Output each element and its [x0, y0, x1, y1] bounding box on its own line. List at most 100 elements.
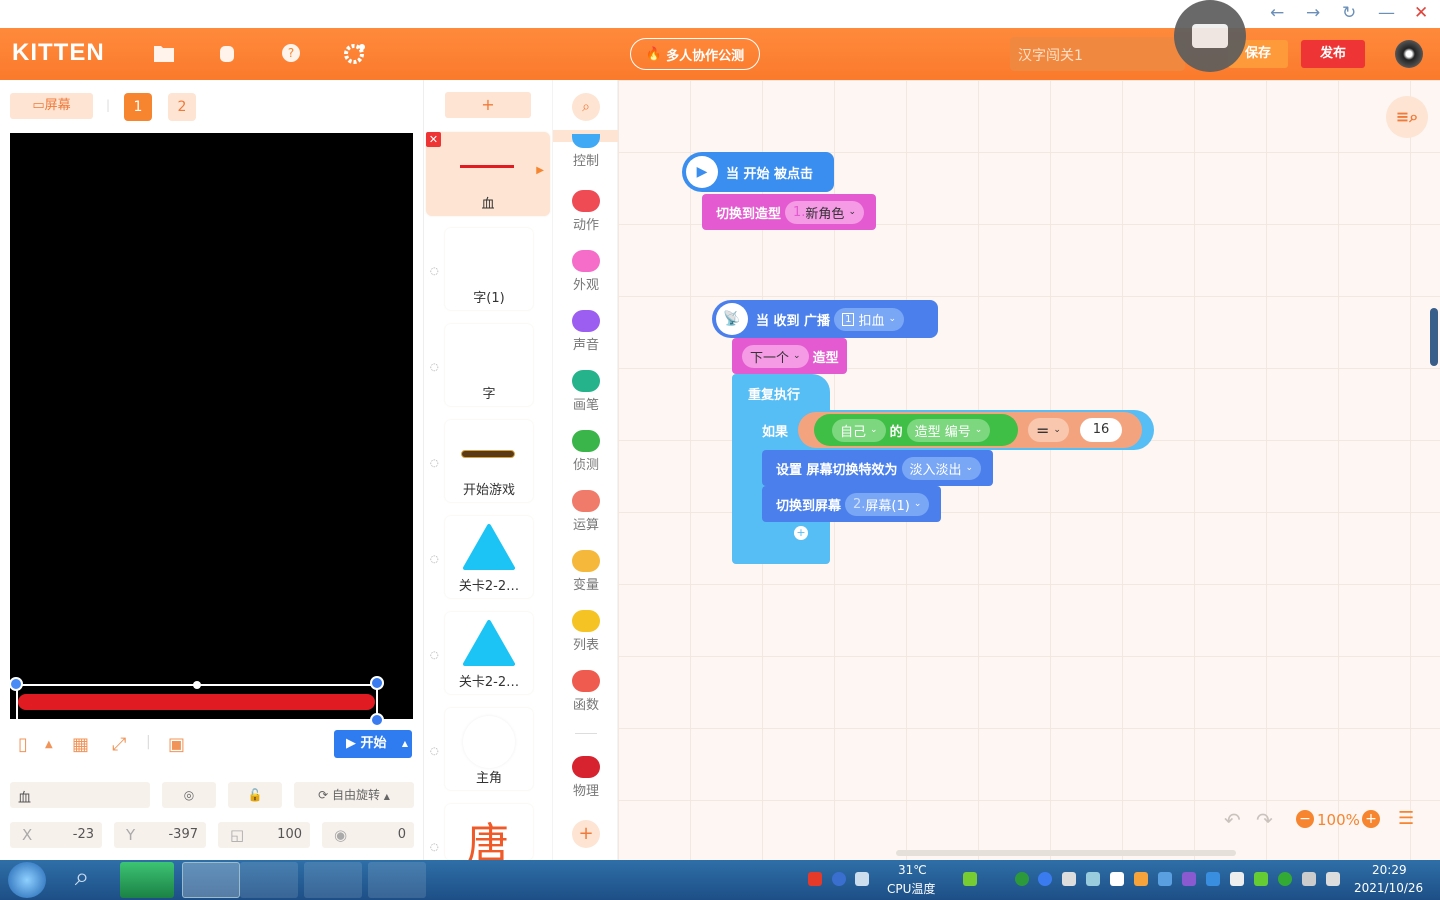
add-extension-button[interactable]: +: [572, 820, 600, 848]
center-handle[interactable]: [193, 681, 201, 689]
sprite-card[interactable]: 主角: [445, 708, 533, 790]
category-looks[interactable]: 外观: [553, 250, 619, 293]
broadcast-dropdown[interactable]: 1 扣血 ⌄: [834, 307, 904, 331]
lock-icon[interactable]: 🔓: [228, 782, 282, 808]
screen-button[interactable]: ▭屏幕: [10, 93, 93, 119]
volume-icon[interactable]: [1326, 872, 1340, 886]
code-workspace[interactable]: ≡⌕ ▶ 当 开始 被点击 切换到造型 1. 新角色 ⌄ 📡 当 收到 广播 1 扣血…: [618, 80, 1440, 860]
battery-icon[interactable]: [963, 872, 977, 886]
tray-app-icon[interactable]: [1015, 872, 1029, 886]
chevron-up-icon[interactable]: ▲: [402, 730, 408, 758]
search-icon[interactable]: ⌕: [572, 93, 600, 121]
target-dropdown[interactable]: 自己 ⌄: [832, 418, 886, 442]
screen-tab-2[interactable]: 2: [168, 93, 196, 121]
next-dropdown[interactable]: 下一个 ⌄: [742, 344, 809, 368]
start-menu-icon[interactable]: [8, 862, 46, 898]
rotation-mode-select[interactable]: ⟳ 自由旋转 ▲: [294, 782, 414, 808]
tray-app-icon[interactable]: [1134, 872, 1148, 886]
sprite-card[interactable]: 字(1): [445, 228, 533, 310]
record-icon[interactable]: ▣: [168, 734, 185, 755]
chevron-right-icon[interactable]: ▶: [536, 165, 544, 176]
search-icon[interactable]: ⌕: [62, 862, 102, 898]
category-lists[interactable]: 列表: [553, 610, 619, 653]
costume-dropdown[interactable]: 1. 新角色 ⌄: [785, 200, 864, 224]
when-receive-broadcast-block[interactable]: 📡 当 收到 广播 1 扣血 ⌄: [712, 300, 938, 338]
kitten-app-icon[interactable]: [182, 862, 240, 898]
y-field[interactable]: Y -397: [114, 822, 206, 848]
side-scrollbar[interactable]: [1430, 308, 1438, 366]
settings-gear-icon[interactable]: [343, 42, 367, 64]
set-screen-effect-block[interactable]: 设置 屏幕切换特效为 淡入淡出 ⌄: [762, 450, 994, 486]
project-name-input[interactable]: 汉字闯关1: [1010, 37, 1185, 71]
fullscreen-icon[interactable]: ⤢: [112, 734, 126, 755]
add-branch-icon[interactable]: +: [794, 526, 808, 540]
help-icon[interactable]: ?: [280, 42, 304, 64]
tray-app-icon[interactable]: [1182, 872, 1196, 886]
notification-bell-icon[interactable]: [1230, 872, 1244, 886]
angle-field[interactable]: ◉ 0: [322, 822, 414, 848]
thermometer-icon[interactable]: [1062, 872, 1076, 886]
next-costume-block[interactable]: 下一个 ⌄ 造型: [732, 338, 847, 374]
tray-app-icon[interactable]: [1278, 872, 1292, 886]
folder-icon[interactable]: [152, 42, 176, 64]
screen-dropdown[interactable]: 2. 屏幕(1) ⌄: [845, 492, 930, 516]
hidden-eye-icon[interactable]: ◌: [430, 362, 439, 373]
start-button[interactable]: ▶ 开始 ▲: [334, 730, 412, 758]
redo-icon[interactable]: ↷: [1256, 808, 1273, 832]
tray-app-icon[interactable]: [1038, 872, 1052, 886]
hidden-eye-icon[interactable]: ◌: [430, 746, 439, 757]
delete-x-icon[interactable]: ✕: [426, 132, 441, 147]
x-field[interactable]: X -23: [10, 822, 102, 848]
category-motion[interactable]: 动作: [553, 190, 619, 233]
tray-app-icon[interactable]: [1086, 872, 1100, 886]
tray-app-icon[interactable]: [1302, 872, 1316, 886]
rotate-handle-icon[interactable]: [370, 676, 384, 690]
zoom-in-icon[interactable]: +: [1362, 810, 1380, 828]
clock-time[interactable]: 20:29: [1372, 863, 1407, 877]
sprite-name-input[interactable]: 血: [10, 782, 150, 808]
sprite-card[interactable]: 开始游戏: [445, 420, 533, 502]
category-variables[interactable]: 变量: [553, 550, 619, 593]
tray-app-icon[interactable]: [1206, 872, 1220, 886]
collab-button[interactable]: 🔥 多人协作公测: [630, 38, 760, 70]
network-icon[interactable]: [855, 872, 869, 886]
undo-icon[interactable]: ↶: [1224, 808, 1241, 832]
resize-handle-icon[interactable]: [370, 713, 384, 727]
media-player-icon[interactable]: [120, 862, 174, 898]
when-start-hat-block[interactable]: ▶ 当 开始 被点击: [682, 152, 834, 192]
sprite-card-selected[interactable]: ✕ ▶ 血: [426, 132, 550, 216]
grid-icon[interactable]: ▦: [72, 734, 89, 755]
forward-icon[interactable]: →: [1306, 3, 1320, 23]
category-sound[interactable]: 声音: [553, 310, 619, 353]
sprite-card[interactable]: 关卡2-2…: [445, 516, 533, 598]
block-search-icon[interactable]: ≡⌕: [1386, 96, 1428, 138]
operator-dropdown[interactable]: = ⌄: [1028, 418, 1069, 442]
more-handle-icon[interactable]: [9, 677, 23, 691]
category-sensing[interactable]: 侦测: [553, 430, 619, 473]
sprite-card[interactable]: 关卡2-2…: [445, 612, 533, 694]
if-block[interactable]: 如果 自己 ⌄ 的 造型 编号 ⌄ = ⌄ 16: [748, 410, 1154, 450]
hidden-eye-icon[interactable]: ◌: [430, 266, 439, 277]
backpack-icon[interactable]: [215, 42, 239, 64]
phone-ratio-icon[interactable]: ▯: [18, 734, 28, 755]
sogou-icon[interactable]: [808, 872, 822, 886]
close-icon[interactable]: ✕: [1414, 3, 1428, 23]
category-control[interactable]: 控制: [553, 134, 619, 169]
size-field[interactable]: ◱ 100: [218, 822, 310, 848]
stage-canvas[interactable]: [9, 133, 413, 727]
back-icon[interactable]: ←: [1270, 3, 1284, 23]
zoom-out-icon[interactable]: −: [1296, 810, 1314, 828]
sprite-card[interactable]: 字: [445, 324, 533, 406]
visibility-eye-icon[interactable]: ◎: [162, 782, 216, 808]
video-app-icon[interactable]: [304, 862, 362, 898]
category-physics[interactable]: 物理: [553, 756, 619, 799]
tray-app-icon[interactable]: [1254, 872, 1268, 886]
minimize-icon[interactable]: —: [1378, 3, 1395, 23]
clock-date[interactable]: 2021/10/26: [1354, 881, 1423, 895]
switch-screen-block[interactable]: 切换到屏幕 2. 屏幕(1) ⌄: [762, 486, 942, 522]
tray-app-icon[interactable]: [1158, 872, 1172, 886]
refresh-icon[interactable]: ↻: [1342, 3, 1356, 23]
camera-overlay-icon[interactable]: [1174, 0, 1246, 72]
hidden-eye-icon[interactable]: ◌: [430, 842, 439, 853]
health-bar-sprite[interactable]: [18, 694, 375, 710]
